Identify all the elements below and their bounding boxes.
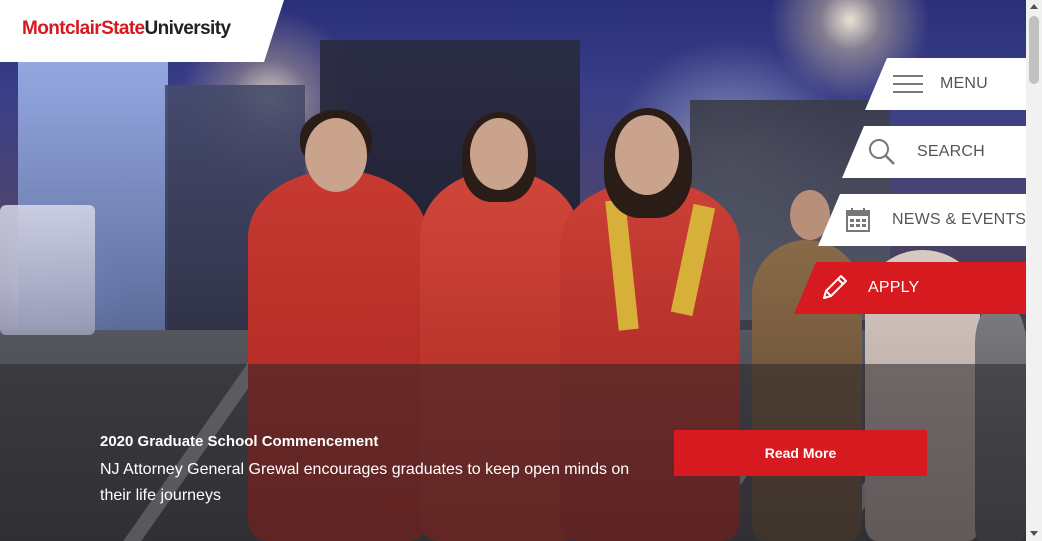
vertical-scrollbar[interactable] bbox=[1026, 0, 1042, 541]
bus bbox=[0, 205, 95, 335]
hero-description: NJ Attorney General Grewal encourages gr… bbox=[100, 461, 630, 504]
search-button[interactable]: SEARCH bbox=[842, 126, 1026, 178]
logo-word-state: State bbox=[101, 18, 145, 39]
apply-label: APPLY bbox=[868, 279, 920, 296]
university-logo: MontclairStateUniversity bbox=[22, 18, 231, 40]
scroll-up-arrow-icon[interactable] bbox=[1030, 4, 1038, 9]
face bbox=[470, 118, 528, 190]
face bbox=[305, 118, 367, 192]
search-icon bbox=[869, 139, 895, 165]
menu-label: MENU bbox=[940, 75, 988, 92]
logo-word-university: University bbox=[144, 18, 231, 39]
news-events-label: NEWS & EVENTS bbox=[892, 211, 1027, 228]
search-label: SEARCH bbox=[917, 143, 985, 160]
university-logo-link[interactable]: MontclairStateUniversity bbox=[0, 0, 284, 62]
scrollbar-thumb[interactable] bbox=[1029, 16, 1039, 84]
logo-word-montclair: Montclair bbox=[22, 18, 102, 39]
scroll-down-arrow-icon[interactable] bbox=[1030, 531, 1038, 536]
hamburger-icon bbox=[893, 75, 923, 93]
hero-title: 2020 Graduate School Commencement bbox=[100, 433, 379, 450]
read-more-button[interactable]: Read More bbox=[674, 430, 927, 476]
news-events-button[interactable]: NEWS & EVENTS bbox=[818, 194, 1026, 246]
apply-button[interactable]: APPLY bbox=[794, 262, 1026, 314]
calendar-icon bbox=[846, 208, 870, 232]
pencil-icon bbox=[823, 275, 847, 299]
face bbox=[615, 115, 679, 195]
menu-button[interactable]: MENU bbox=[865, 58, 1026, 110]
